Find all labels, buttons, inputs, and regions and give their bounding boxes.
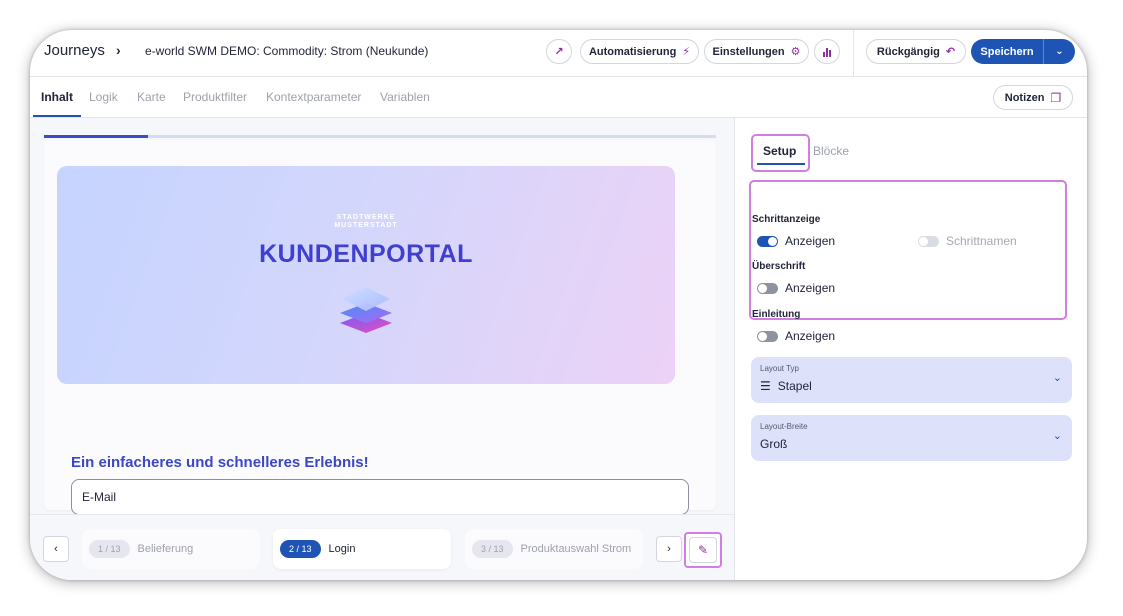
step-name: Produktauswahl Strom — [520, 543, 632, 555]
app-window: Journeys › e-world SWM DEMO: Commodity: … — [30, 30, 1087, 580]
step-display-toggle[interactable]: Anzeigen — [757, 234, 835, 248]
save-button[interactable]: Speichern — [971, 39, 1043, 64]
notes-button[interactable]: Notizen ❐ — [993, 85, 1073, 110]
chevron-left-icon: ‹ — [54, 543, 58, 555]
step-headline: Ein einfacheres und schnelleres Erlebnis… — [71, 454, 369, 471]
toggle-label: Anzeigen — [785, 234, 836, 248]
edit-step-button[interactable]: ✎ — [684, 532, 722, 568]
toggle-label: Anzeigen — [785, 329, 836, 343]
email-field-label: E-Mail — [82, 490, 117, 504]
undo-button[interactable]: Rückgängig ↶ — [866, 39, 966, 64]
step-display-label: Schrittanzeige — [752, 214, 821, 225]
toggle-switch — [918, 235, 939, 247]
heading-toggle[interactable]: Anzeigen — [757, 281, 835, 295]
tab-kontextparameter[interactable]: Kontextparameter — [266, 90, 361, 104]
layout-type-select[interactable]: Layout Typ ☰ Stapel ⌄ — [751, 357, 1072, 403]
toggle-label: Anzeigen — [785, 281, 836, 295]
tab-karte[interactable]: Karte — [137, 90, 166, 104]
settings-button[interactable]: Einstellungen ⚙ — [704, 39, 809, 64]
layout-width-select[interactable]: Layout-Breite Groß ⌄ — [751, 415, 1072, 461]
chevron-right-icon: › — [667, 543, 671, 555]
previous-step-button[interactable]: ‹ — [43, 536, 69, 562]
stack-icon: ☰ — [760, 379, 771, 393]
chevron-down-icon: ⌄ — [1052, 372, 1062, 384]
lightning-icon: ⚡ — [682, 46, 691, 58]
toggle-switch — [757, 282, 778, 294]
layout-width-value: Groß — [760, 437, 788, 451]
analytics-button[interactable] — [814, 39, 840, 64]
step-progress-fill — [44, 135, 149, 138]
settings-label: Einstellungen — [712, 45, 785, 58]
active-tab-indicator — [33, 115, 81, 117]
intro-toggle[interactable]: Anzeigen — [757, 329, 835, 343]
breadcrumb-journeys[interactable]: Journeys — [44, 42, 105, 59]
automation-label: Automatisierung — [588, 45, 677, 58]
step-badge: 2 / 13 — [280, 540, 321, 558]
edit-step-inner: ✎ — [689, 537, 717, 563]
toggle-switch — [757, 235, 778, 247]
automation-button[interactable]: Automatisierung ⚡ — [580, 39, 699, 64]
panel-tab-bloecke[interactable]: Blöcke — [813, 144, 849, 158]
chevron-down-icon: ⌄ — [1055, 46, 1064, 57]
brand-logo-text: STADTWERKE MUSTERSTADT — [57, 214, 675, 230]
step-card-2[interactable]: 2 / 13 Login — [273, 529, 451, 569]
brand-line-2: MUSTERSTADT — [334, 222, 398, 229]
undo-label: Rückgängig — [876, 45, 940, 58]
tab-produktfilter[interactable]: Produktfilter — [183, 90, 247, 104]
layout-type-value-text: Stapel — [777, 379, 812, 393]
step-card-3[interactable]: 3 / 13 Produktauswahl Strom — [465, 529, 643, 569]
email-field[interactable]: E-Mail — [71, 479, 689, 515]
top-header: Journeys › e-world SWM DEMO: Commodity: … — [30, 30, 1087, 77]
gear-icon: ⚙ — [790, 46, 801, 58]
step-card-1[interactable]: 1 / 13 Belieferung — [82, 529, 260, 569]
open-external-button[interactable]: ↗ — [546, 39, 572, 64]
bar-chart-icon — [823, 47, 831, 57]
toggle-label: Schrittnamen — [946, 234, 1017, 248]
step-badge: 3 / 13 — [472, 540, 513, 558]
step-navigator: ‹ 1 / 13 Belieferung 2 / 13 Login 3 / 13… — [30, 514, 734, 580]
undo-icon: ↶ — [945, 46, 956, 58]
step-preview-area: STADTWERKE MUSTERSTADT KUNDENPORTAL Ein … — [30, 118, 734, 580]
external-link-icon: ↗ — [554, 46, 564, 58]
layout-type-value: ☰ Stapel — [760, 379, 812, 393]
tab-variablen[interactable]: Variablen — [380, 90, 430, 104]
step-name: Belieferung — [137, 543, 194, 555]
content-tabs: Inhalt Logik Karte Produktfilter Kontext… — [30, 77, 1087, 118]
header-divider — [853, 30, 854, 77]
journey-title: e-world SWM DEMO: Commodity: Strom (Neuk… — [145, 44, 429, 58]
hero-title: KUNDENPORTAL — [259, 240, 473, 268]
notes-label: Notizen — [1004, 91, 1045, 104]
tab-inhalt[interactable]: Inhalt — [41, 90, 73, 104]
step-name: Login — [328, 543, 356, 555]
pencil-icon: ✎ — [697, 543, 709, 557]
intro-label: Einleitung — [752, 309, 801, 320]
step-progress-bar — [44, 135, 716, 138]
brand-line-1: STADTWERKE — [336, 214, 396, 221]
next-step-button[interactable]: › — [656, 536, 682, 562]
copy-icon: ❐ — [1050, 90, 1062, 105]
display-settings-highlight — [749, 180, 1067, 320]
save-options-button[interactable]: ⌄ — [1043, 39, 1075, 64]
chevron-down-icon: ⌄ — [1052, 430, 1062, 442]
step-badge: 1 / 13 — [89, 540, 130, 558]
panel-tab-setup[interactable]: Setup — [763, 144, 796, 158]
layers-logo-icon — [340, 287, 392, 333]
tab-logik[interactable]: Logik — [89, 90, 118, 104]
save-split-button: Speichern ⌄ — [971, 39, 1075, 64]
heading-label: Überschrift — [752, 261, 806, 272]
step-names-toggle[interactable]: Schrittnamen — [918, 234, 1017, 248]
breadcrumb-chevron-icon: › — [116, 42, 121, 58]
toggle-switch — [757, 330, 778, 342]
layout-type-label: Layout Typ — [760, 364, 799, 373]
properties-panel: Setup Blöcke Schrittanzeige Anzeigen Sch… — [734, 118, 1087, 580]
layout-width-label: Layout-Breite — [760, 422, 808, 431]
panel-active-tab-indicator — [757, 163, 805, 165]
hero-banner: STADTWERKE MUSTERSTADT KUNDENPORTAL — [57, 166, 675, 384]
